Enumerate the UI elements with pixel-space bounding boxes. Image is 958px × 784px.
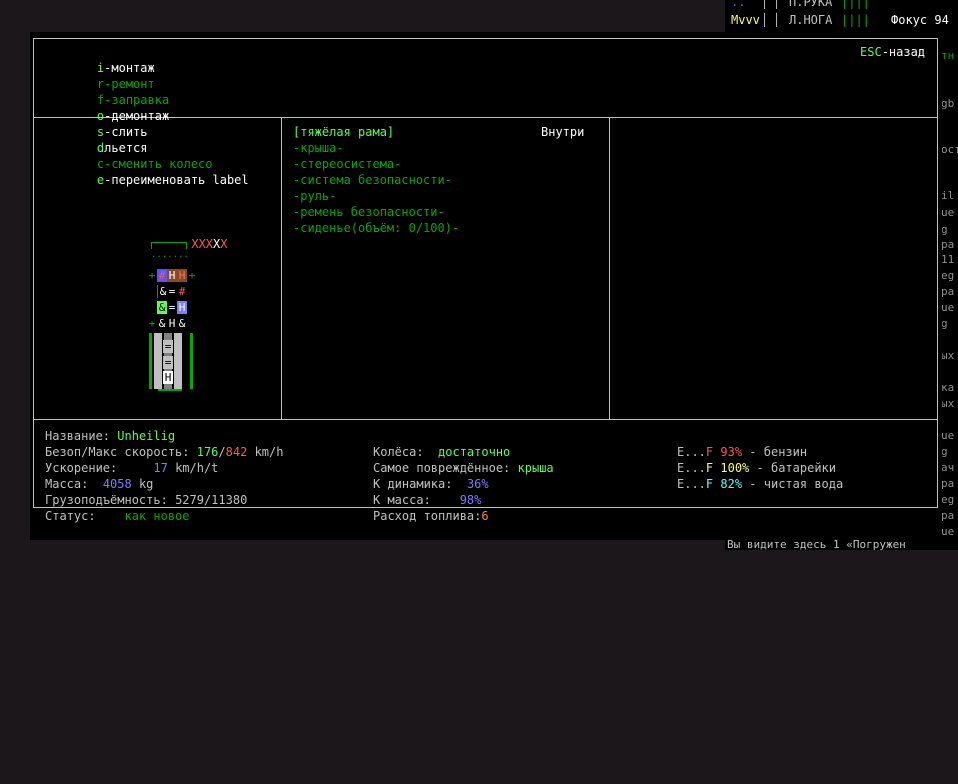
border-right	[937, 38, 938, 508]
stat-k-dynamics: К динамика: 36%	[373, 477, 489, 491]
stat-cargo: Грузоподъёмность: 5279/11380	[45, 493, 248, 507]
divider-stats	[33, 419, 938, 420]
part-seat[interactable]: -сиденье(объём: 0/100)-	[293, 220, 459, 236]
bg-focus-readout: Фокус 94	[891, 13, 949, 27]
vehicle-interaction-window: i-монтаж r-ремонт f-заправка o-демонтаж …	[30, 32, 942, 540]
cmd-back[interactable]: ESC-назад	[860, 44, 925, 60]
parts-location: Внутри	[541, 125, 585, 139]
part-roof[interactable]: -крыша-	[293, 140, 344, 156]
bg-bottom-text: Вы видите здесь 1 «Погружен	[727, 539, 906, 550]
bg-row1-col2: П.РУКА	[789, 0, 833, 9]
fuel-gauge-battery: E...F 100% - батарейки	[677, 461, 836, 475]
part-seatbelt[interactable]: -ремень безопасности-	[293, 204, 445, 220]
stat-speed: Безоп/Макс скорость: 176/842 km/h	[45, 445, 284, 459]
cmd-repair[interactable]: r-ремонт	[97, 77, 155, 91]
cmd-install[interactable]: i-монтаж	[97, 61, 155, 75]
stat-k-mass: К масса: 98%	[373, 493, 482, 507]
divider-left-col	[281, 117, 282, 420]
bg-row2-bars: ||||	[841, 13, 870, 27]
stat-fuel-consumption: Расход топлива:6	[373, 509, 489, 523]
stat-wheels: Колёса: достаточно	[373, 445, 511, 459]
bg-row1-bars: ||||	[841, 0, 870, 9]
divider-right-col	[609, 117, 610, 420]
part-stereo[interactable]: -стереосистема-	[293, 156, 401, 172]
stat-acceleration: Ускорение: 17 km/h/t	[45, 461, 219, 475]
bg-row2-col1: Mvvv	[731, 13, 760, 27]
stat-status: Статус: как новое	[45, 509, 190, 523]
fuel-gauge-water: E...F 82% - чистая вода	[677, 477, 844, 491]
stat-name: Название: Unheilig	[45, 429, 176, 443]
parts-header[interactable]: [тяжёлая рама]	[293, 124, 394, 140]
part-security-system[interactable]: -система безопасности-	[293, 172, 452, 188]
background-message-line: Вы видите здесь 1 «Погружен	[725, 539, 958, 550]
part-steering-wheel[interactable]: -руль-	[293, 188, 336, 204]
border-top	[33, 38, 938, 39]
vehicle-map[interactable]: XXXXX ....... + # H H + & = # & = H + & …	[30, 118, 280, 418]
cmd-refuel[interactable]: f-заправка	[97, 93, 169, 107]
bg-row2-col2: Л.НОГА	[789, 13, 833, 27]
stat-mass: Масса: 4058 kg	[45, 477, 154, 491]
fuel-gauge-gasoline: E...F 93% - бензин	[677, 445, 808, 459]
stat-most-damaged: Самое повреждённое: крыша	[373, 461, 554, 475]
bg-row1-col1: ..	[731, 0, 746, 9]
background-status-panel: .. │ │ П.РУКА |||| Mvvv │ │ Л.НОГА |||| …	[725, 0, 958, 36]
